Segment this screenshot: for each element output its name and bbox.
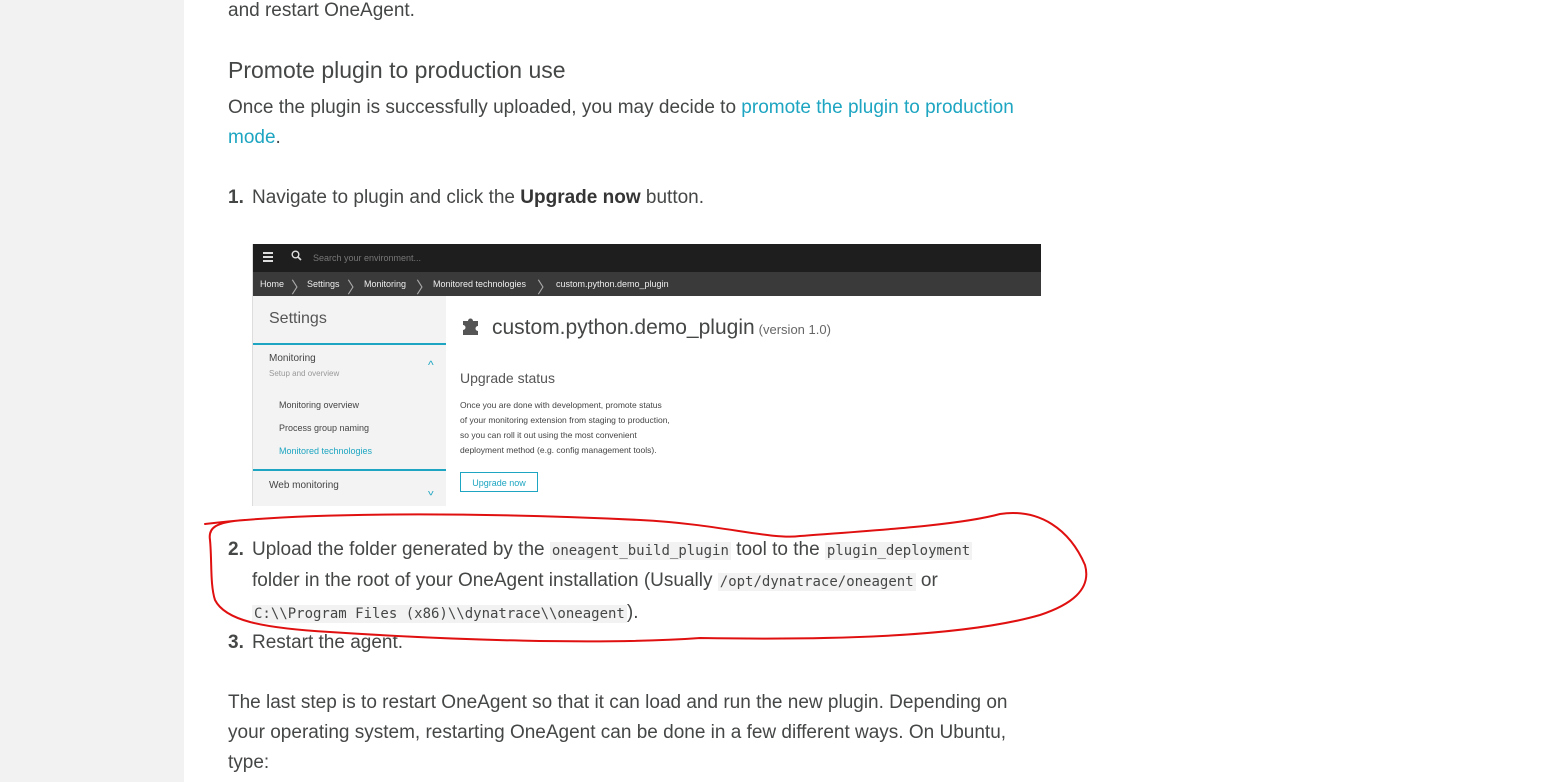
- left-gutter: [0, 0, 184, 782]
- sidebar-section-monitoring: Monitoring: [269, 353, 316, 364]
- puzzle-icon: [460, 314, 482, 336]
- paragraph-promote-text: Once the plugin is successfully uploaded…: [228, 97, 742, 118]
- step-2-line1-mid: tool to the: [730, 539, 825, 560]
- paragraph-promote-line2: mode.: [228, 123, 281, 153]
- upgrade-desc-line: deployment method (e.g. config managemen…: [460, 445, 657, 455]
- promote-link-mode[interactable]: mode: [228, 127, 276, 148]
- upgrade-desc-line: so you can roll it out using the most co…: [460, 430, 637, 440]
- step-2-line1-pre: Upload the folder generated by the: [252, 539, 550, 560]
- upgrade-desc-line: of your monitoring extension from stagin…: [460, 415, 670, 425]
- step-3-text: Restart the agent.: [252, 632, 404, 653]
- crumb-plugin: custom.python.demo_plugin: [556, 279, 669, 289]
- step-2-line-2: folder in the root of your OneAgent inst…: [252, 566, 938, 597]
- crumb-monitoring: Monitoring: [364, 279, 407, 289]
- closing-line-2: your operating system, restarting OneAge…: [228, 722, 1007, 743]
- upgrade-desc-line: Once you are done with development, prom…: [460, 400, 662, 410]
- sidebar-item-monitored-tech: Monitored technologies: [279, 446, 373, 456]
- step-2-line2-pre: folder in the root of your OneAgent inst…: [252, 570, 718, 591]
- screenshot-search-input: Search your environment...: [313, 253, 422, 263]
- step-2-number: 2.: [228, 539, 244, 560]
- paragraph-promote: Once the plugin is successfully uploaded…: [228, 93, 1014, 123]
- chevron-up-icon: ^: [428, 358, 434, 372]
- crumb-home: Home: [260, 279, 285, 289]
- plugin-name: custom.python.demo_plugin: [492, 316, 755, 339]
- closing-line-3: type:: [228, 752, 270, 773]
- intro-tail: and restart OneAgent.: [228, 0, 415, 21]
- step-1-number: 1.: [228, 187, 244, 208]
- screenshot-sidebar: Settings Monitoring Setup and overview ^…: [253, 296, 446, 506]
- screenshot-breadcrumb: Home 〉 Settings 〉 Monitoring 〉 Monitored…: [253, 272, 1041, 297]
- code-linux-path: /opt/dynatrace/oneagent: [717, 573, 916, 591]
- sidebar-section-web: Web monitoring: [269, 480, 339, 491]
- step-2-line-1: Upload the folder generated by the oneag…: [252, 535, 973, 566]
- sidebar-title: Settings: [269, 310, 327, 327]
- upgrade-description: Once you are done with development, prom…: [460, 398, 670, 458]
- sidebar-item-overview: Monitoring overview: [279, 400, 360, 410]
- plugin-version: (version 1.0): [758, 322, 831, 337]
- closing-line-1: The last step is to restart OneAgent so …: [228, 692, 1008, 713]
- code-plugin-deployment: plugin_deployment: [824, 542, 973, 560]
- step-2-line-3: C:\\Program Files (x86)\\dynatrace\\onea…: [252, 598, 638, 629]
- promote-link[interactable]: promote the plugin to production: [741, 97, 1014, 118]
- search-icon: [291, 250, 302, 264]
- step-3-number: 3.: [228, 632, 244, 653]
- plugin-title: custom.python.demo_plugin (version 1.0): [492, 316, 831, 340]
- menu-icon: [263, 252, 273, 262]
- step-2-line2-post: or: [915, 570, 938, 591]
- embedded-screenshot: Search your environment... Home 〉 Settin…: [252, 244, 1041, 506]
- paragraph-promote-end: .: [275, 127, 281, 148]
- step-1-bold: Upgrade now: [520, 187, 641, 208]
- code-build-plugin: oneagent_build_plugin: [549, 542, 731, 560]
- crumb-monitored-technologies: Monitored technologies: [433, 279, 527, 289]
- step-1-pre: Navigate to plugin and click the: [252, 187, 521, 208]
- code-windows-path: C:\\Program Files (x86)\\dynatrace\\onea…: [252, 605, 627, 623]
- crumb-settings: Settings: [307, 279, 340, 289]
- chevron-down-icon: ^: [428, 484, 434, 498]
- step-1-text: Navigate to plugin and click the Upgrade…: [252, 183, 704, 213]
- sidebar-section-sub: Setup and overview: [269, 369, 340, 378]
- upgrade-now-button: Upgrade now: [460, 472, 538, 492]
- screenshot-topbar: Search your environment...: [253, 244, 1041, 272]
- sidebar-item-naming: Process group naming: [279, 423, 370, 433]
- step-2-line3-post: ).: [626, 602, 639, 623]
- upgrade-status-heading: Upgrade status: [460, 370, 555, 386]
- screenshot-main: custom.python.demo_plugin (version 1.0) U…: [446, 296, 1041, 506]
- section-heading: Promote plugin to production use: [228, 57, 566, 83]
- step-1-post: button.: [640, 187, 705, 208]
